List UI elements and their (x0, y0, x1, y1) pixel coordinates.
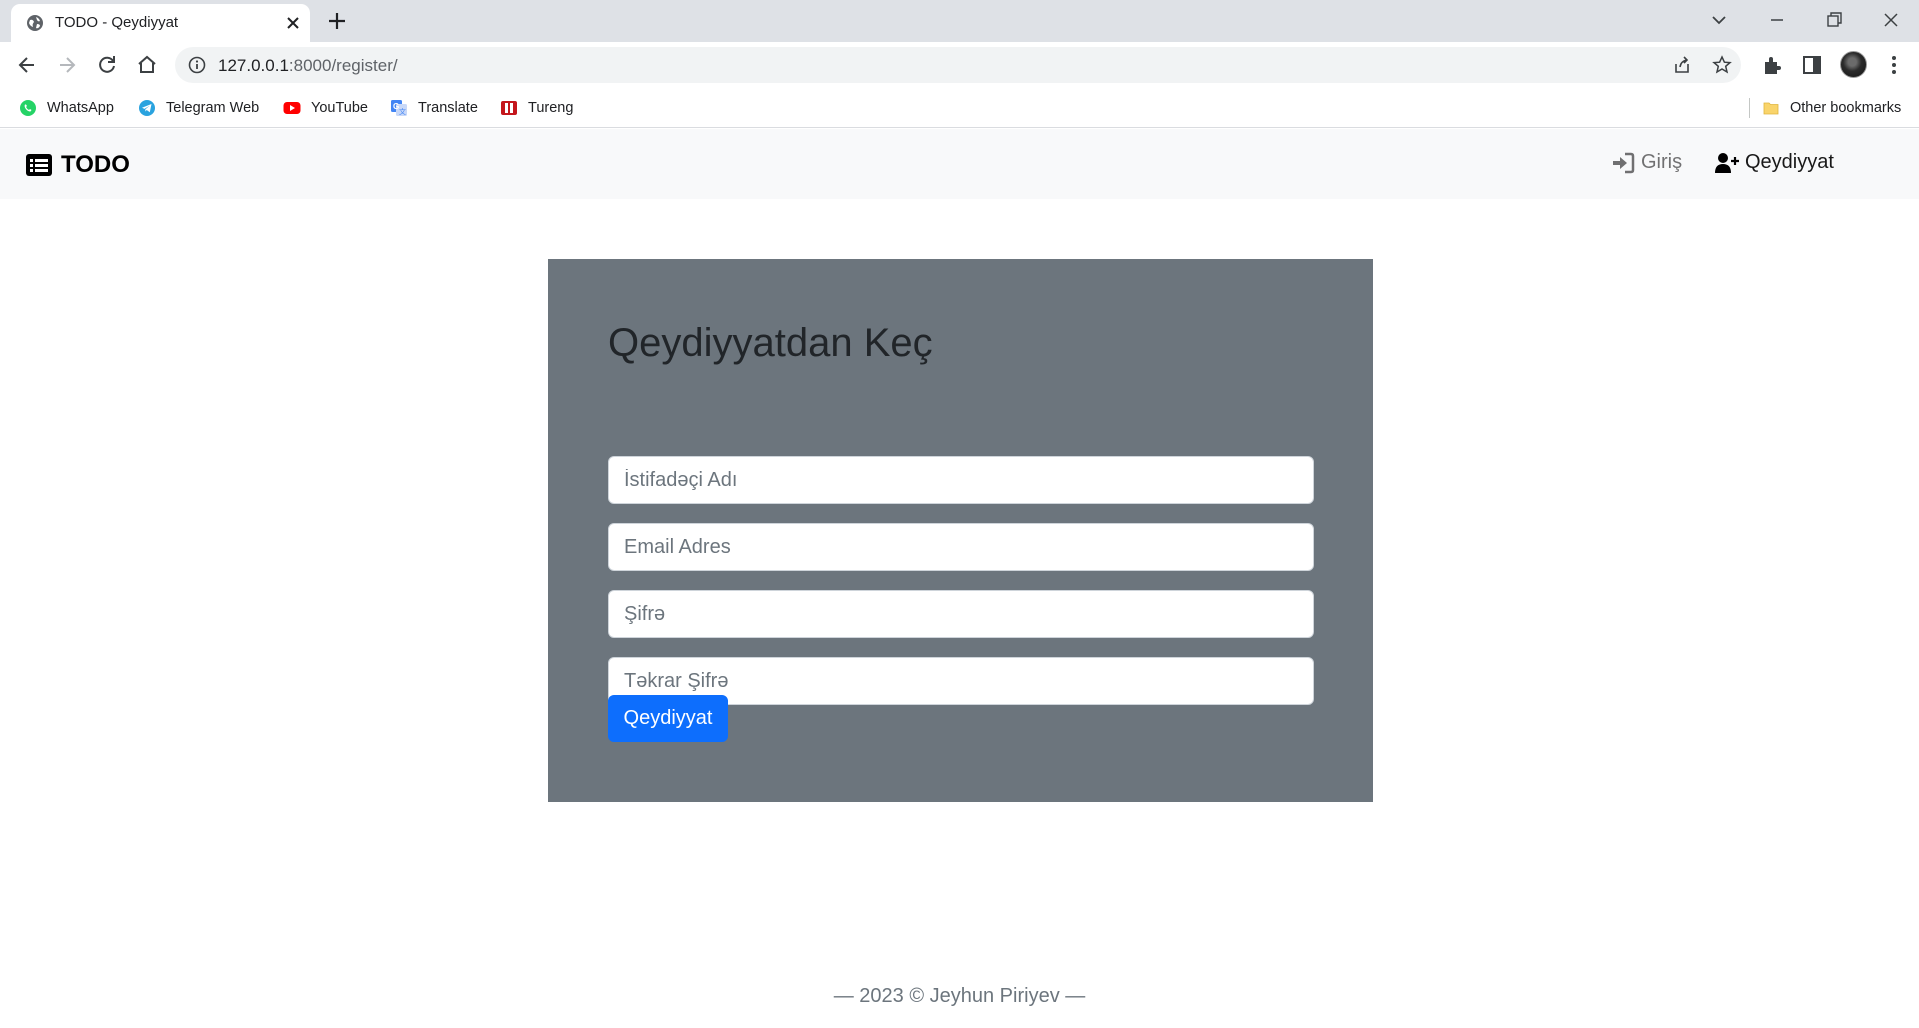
user-plus-icon (1715, 152, 1739, 173)
forward-arrow-icon[interactable] (52, 50, 82, 80)
bookmark-youtube[interactable]: YouTube (283, 96, 368, 120)
bookmark-label: Telegram Web (166, 100, 260, 116)
username-input[interactable] (608, 456, 1314, 504)
back-arrow-icon[interactable] (12, 50, 42, 80)
bookmark-label: Translate (418, 100, 478, 116)
svg-text:文: 文 (399, 107, 406, 116)
brand-link[interactable]: TODO (25, 151, 130, 179)
side-panel-icon[interactable] (1800, 53, 1824, 77)
url-host: 127.0.0.1 (218, 56, 289, 75)
minimize-icon[interactable] (1762, 6, 1792, 34)
nav-login-link[interactable]: Giriş (1611, 151, 1682, 174)
email-input[interactable] (608, 523, 1314, 571)
globe-icon (27, 15, 43, 31)
more-menu-icon[interactable] (1882, 53, 1906, 77)
bookmark-label: Tureng (528, 100, 574, 116)
tab-title: TODO - Qeydiyyat (55, 14, 179, 31)
password-input[interactable] (608, 590, 1314, 638)
bookmark-label: WhatsApp (47, 100, 114, 116)
footer-text: — 2023 © Jeyhun Piriyev — (833, 985, 1086, 1007)
window-close-icon[interactable] (1876, 6, 1906, 34)
nav-login-label: Giriş (1641, 151, 1683, 173)
translate-icon: G 文 (391, 100, 407, 116)
browser-tab[interactable]: TODO - Qeydiyyat (11, 4, 310, 42)
bookmark-translate[interactable]: G 文 Translate (390, 96, 478, 120)
bookmark-star-icon[interactable] (1712, 55, 1732, 75)
youtube-icon (283, 102, 301, 114)
other-bookmarks-label: Other bookmarks (1790, 100, 1902, 116)
bookmarks-divider (1749, 98, 1750, 118)
browser-tab-bar: TODO - Qeydiyyat (0, 0, 1919, 42)
nav-register-link[interactable]: Qeydiyyat (1715, 151, 1834, 174)
folder-icon (1763, 102, 1779, 115)
nav-register-label: Qeydiyyat (1745, 151, 1834, 173)
bookmark-tureng[interactable]: Tureng (500, 96, 573, 120)
page-viewport: TODO Giriş Qeydiyyat Qeydiyyatdan Keç Qe… (0, 129, 1919, 1028)
sign-in-icon (1613, 152, 1635, 173)
brand-text: TODO (61, 151, 130, 178)
extensions-icon[interactable] (1760, 53, 1784, 77)
restore-icon[interactable] (1819, 6, 1849, 34)
register-card: Qeydiyyatdan Keç Qeydiyyat (548, 259, 1373, 802)
browser-toolbar: 127.0.0.1:8000/register/ (0, 42, 1919, 88)
register-submit-button[interactable]: Qeydiyyat (608, 695, 728, 742)
profile-avatar[interactable] (1840, 51, 1867, 78)
page-title: Qeydiyyatdan Keç (608, 321, 933, 365)
home-icon[interactable] (132, 50, 162, 80)
site-info-icon[interactable] (188, 56, 206, 74)
bookmark-label: YouTube (311, 100, 368, 116)
bookmarks-bar: WhatsApp Telegram Web YouTube G 文 Transl… (0, 88, 1919, 128)
new-tab-icon[interactable] (325, 9, 349, 33)
telegram-icon (139, 100, 155, 116)
url-path: :8000/register/ (288, 56, 398, 75)
list-icon (26, 154, 52, 176)
tureng-icon (501, 101, 517, 115)
bookmark-telegram[interactable]: Telegram Web (138, 96, 259, 120)
url-text[interactable]: 127.0.0.1:8000/register/ (218, 56, 398, 76)
reload-icon[interactable] (92, 50, 122, 80)
whatsapp-icon (20, 100, 36, 116)
address-bar[interactable]: 127.0.0.1:8000/register/ (175, 47, 1741, 83)
tab-search-icon[interactable] (1704, 6, 1734, 34)
bookmark-whatsapp[interactable]: WhatsApp (19, 96, 114, 120)
site-navbar: TODO Giriş Qeydiyyat (0, 129, 1919, 199)
other-bookmarks[interactable]: Other bookmarks (1762, 96, 1901, 120)
close-icon[interactable] (283, 13, 303, 33)
share-icon[interactable] (1672, 55, 1692, 75)
